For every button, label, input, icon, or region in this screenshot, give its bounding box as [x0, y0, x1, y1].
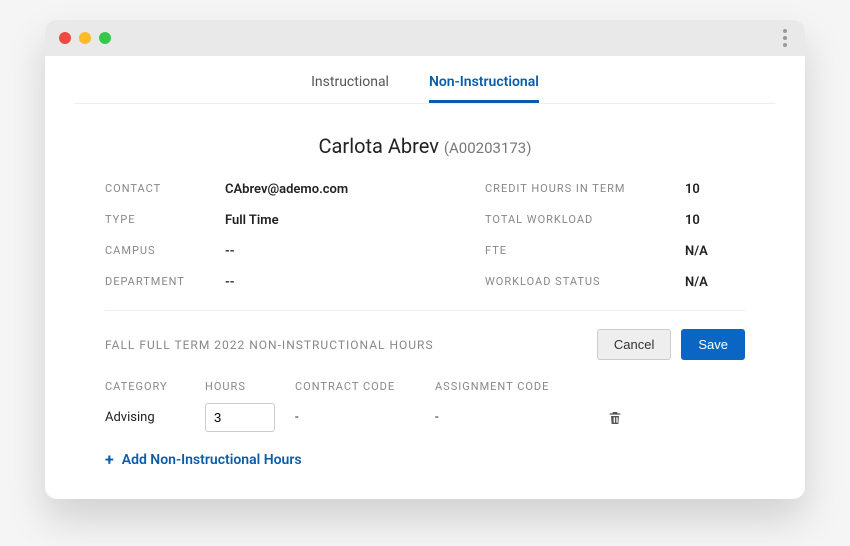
header-hours: HOURS: [205, 380, 295, 393]
header-category: CATEGORY: [105, 380, 205, 393]
value-total-workload: 10: [685, 213, 745, 228]
minimize-icon[interactable]: [79, 32, 91, 44]
tab-instructional[interactable]: Instructional: [311, 74, 389, 103]
info-grid: CONTACT CAbrev@ademo.com CREDIT HOURS IN…: [105, 182, 745, 290]
person-id: (A00203173): [444, 139, 532, 157]
plus-icon: +: [105, 450, 114, 469]
label-campus: CAMPUS: [105, 244, 205, 259]
value-workload-status: N/A: [685, 275, 745, 290]
cell-category: Advising: [105, 410, 205, 425]
traffic-lights: [59, 32, 111, 44]
trash-icon[interactable]: [595, 410, 635, 426]
value-type: Full Time: [225, 213, 465, 228]
label-workload-status: WORKLOAD STATUS: [485, 275, 665, 290]
value-contact: CAbrev@ademo.com: [225, 182, 465, 197]
section-title: FALL FULL TERM 2022 NON-INSTRUCTIONAL HO…: [105, 338, 434, 352]
section-header: FALL FULL TERM 2022 NON-INSTRUCTIONAL HO…: [105, 329, 745, 360]
label-fte: FTE: [485, 244, 665, 259]
cell-contract: -: [295, 410, 435, 425]
app-window: Instructional Non-Instructional Carlota …: [45, 20, 805, 499]
add-non-instructional-button[interactable]: + Add Non-Instructional Hours: [105, 450, 745, 469]
add-label: Add Non-Instructional Hours: [122, 452, 302, 468]
tab-bar: Instructional Non-Instructional: [45, 56, 805, 103]
titlebar: [45, 20, 805, 56]
page-title: Carlota Abrev (A00203173): [105, 134, 745, 158]
label-type: TYPE: [105, 213, 205, 228]
hours-input[interactable]: [205, 403, 275, 432]
tab-non-instructional[interactable]: Non-Instructional: [429, 74, 539, 103]
value-fte: N/A: [685, 244, 745, 259]
label-contact: CONTACT: [105, 182, 205, 197]
label-department: DEPARTMENT: [105, 275, 205, 290]
cancel-button[interactable]: Cancel: [597, 329, 671, 360]
action-buttons: Cancel Save: [597, 329, 745, 360]
header-assignment: ASSIGNMENT CODE: [435, 380, 595, 393]
divider: [105, 310, 745, 311]
cell-hours: [205, 403, 295, 432]
maximize-icon[interactable]: [99, 32, 111, 44]
value-department: --: [225, 275, 465, 290]
close-icon[interactable]: [59, 32, 71, 44]
cell-assignment: -: [435, 410, 595, 425]
value-credit-hours: 10: [685, 182, 745, 197]
more-icon[interactable]: [779, 25, 791, 51]
save-button[interactable]: Save: [681, 329, 745, 360]
hours-table: CATEGORY HOURS CONTRACT CODE ASSIGNMENT …: [105, 380, 745, 432]
person-name: Carlota Abrev: [319, 134, 439, 158]
value-campus: --: [225, 244, 465, 259]
label-credit-hours: CREDIT HOURS IN TERM: [485, 182, 665, 197]
header-contract: CONTRACT CODE: [295, 380, 435, 393]
label-total-workload: TOTAL WORKLOAD: [485, 213, 665, 228]
content-area: Carlota Abrev (A00203173) CONTACT CAbrev…: [45, 104, 805, 499]
